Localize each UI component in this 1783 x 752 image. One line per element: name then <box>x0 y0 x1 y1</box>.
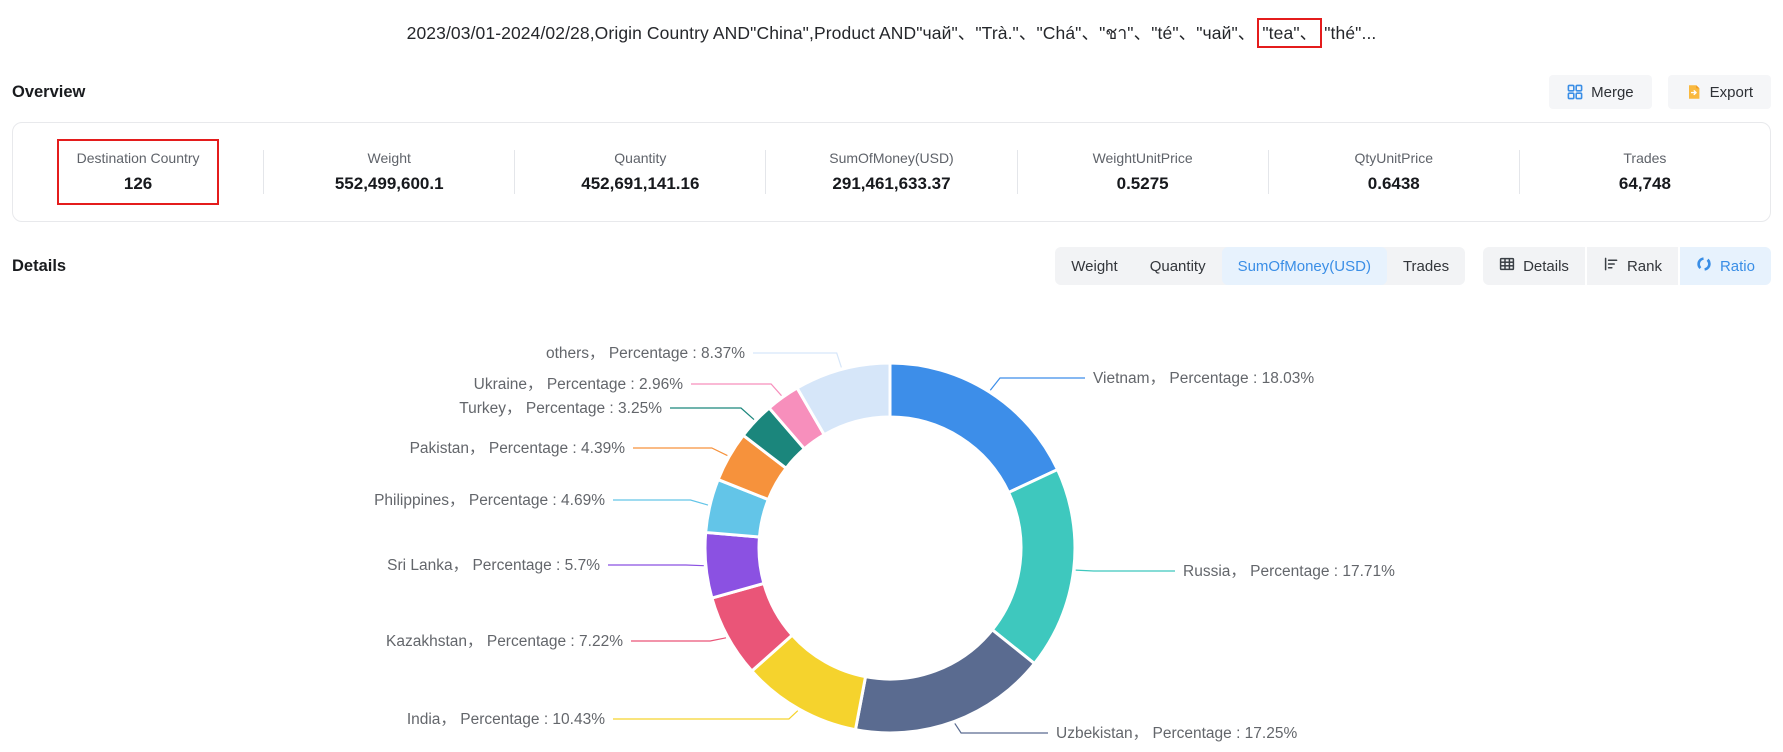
overview-row: Overview Merge <box>12 74 1771 110</box>
pie-label-others: others， Percentage : 8.37% <box>546 345 745 362</box>
pie-slice-russia[interactable] <box>992 470 1075 664</box>
stat-highlight-box <box>57 139 219 205</box>
stat-label: Weight <box>264 150 514 166</box>
pie-label-uzbekistan: Uzbekistan， Percentage : 17.25% <box>1056 725 1297 742</box>
query-title-prefix: 2023/03/01-2024/02/28,Origin Country AND… <box>407 23 1256 43</box>
stat-quantity: Quantity 452,691,141.16 <box>515 150 765 194</box>
overview-stats-card: Destination Country 126 Weight 552,499,6… <box>12 122 1771 222</box>
stat-weight: Weight 552,499,600.1 <box>264 150 514 194</box>
query-title-suffix: "thé"... <box>1324 23 1376 43</box>
label-line-russia <box>1076 570 1175 571</box>
stat-sum-of-money: SumOfMoney(USD) 291,461,633.37 <box>766 150 1016 194</box>
export-button[interactable]: Export <box>1668 75 1771 109</box>
pie-label-turkey: Turkey， Percentage : 3.25% <box>459 400 662 417</box>
stat-value: 64,748 <box>1520 174 1770 194</box>
ratio-donut-chart: Vietnam， Percentage : 18.03% Russia， Perc… <box>0 270 1783 752</box>
label-line-others <box>753 353 841 367</box>
stat-label: Destination Country <box>13 150 263 166</box>
stat-trades: Trades 64,748 <box>1520 150 1770 194</box>
stat-label: Quantity <box>515 150 765 166</box>
stat-qty-unit-price: QtyUnitPrice 0.6438 <box>1269 150 1519 194</box>
pie-slice-vietnam[interactable] <box>890 363 1058 492</box>
stat-value: 0.5275 <box>1018 174 1268 194</box>
merge-icon <box>1567 84 1583 100</box>
stat-label: WeightUnitPrice <box>1018 150 1268 166</box>
stat-value: 452,691,141.16 <box>515 174 765 194</box>
export-icon <box>1686 84 1702 100</box>
stat-value: 291,461,633.37 <box>766 174 1016 194</box>
pie-slice-uzbekistan[interactable] <box>855 630 1034 733</box>
stat-label: Trades <box>1520 150 1770 166</box>
stat-value: 0.6438 <box>1269 174 1519 194</box>
pie-label-ukraine: Ukraine， Percentage : 2.96% <box>474 376 684 393</box>
label-line-turkey <box>670 408 754 420</box>
label-line-india <box>613 711 798 719</box>
label-line-kazakhstan <box>631 638 726 641</box>
label-line-vietnam <box>990 378 1085 390</box>
stat-label: QtyUnitPrice <box>1269 150 1519 166</box>
pie-label-russia: Russia， Percentage : 17.71% <box>1183 563 1395 580</box>
top-buttons: Merge Export <box>1549 75 1771 109</box>
pie-label-pakistan: Pakistan， Percentage : 4.39% <box>410 440 626 457</box>
pie-label-kazakhstan: Kazakhstan， Percentage : 7.22% <box>386 633 623 650</box>
merge-button[interactable]: Merge <box>1549 75 1652 109</box>
title-highlight-text: "tea"、 <box>1262 23 1317 43</box>
overview-heading: Overview <box>12 83 85 102</box>
title-highlight-box: "tea"、 <box>1257 18 1322 48</box>
label-line-uzbekistan <box>955 723 1048 733</box>
merge-button-label: Merge <box>1591 84 1634 101</box>
stat-label: SumOfMoney(USD) <box>766 150 1016 166</box>
label-line-ukraine <box>691 384 782 396</box>
label-line-philippines <box>613 500 708 505</box>
query-title: 2023/03/01-2024/02/28,Origin Country AND… <box>0 18 1783 48</box>
page: 2023/03/01-2024/02/28,Origin Country AND… <box>0 0 1783 752</box>
stat-weight-unit-price: WeightUnitPrice 0.5275 <box>1018 150 1268 194</box>
stat-value: 552,499,600.1 <box>264 174 514 194</box>
export-button-label: Export <box>1710 84 1753 101</box>
label-line-pakistan <box>633 448 727 456</box>
pie-label-india: India， Percentage : 10.43% <box>407 711 605 728</box>
pie-label-vietnam: Vietnam， Percentage : 18.03% <box>1093 370 1314 387</box>
ratio-chart-area: Vietnam， Percentage : 18.03% Russia， Perc… <box>0 270 1783 752</box>
pie-label-sri-lanka: Sri Lanka， Percentage : 5.7% <box>387 557 600 574</box>
label-line-sri-lanka <box>608 565 704 566</box>
pie-label-philippines: Philippines， Percentage : 4.69% <box>374 492 605 509</box>
stat-destination-country: Destination Country 126 <box>13 150 263 194</box>
stat-value: 126 <box>13 174 263 194</box>
